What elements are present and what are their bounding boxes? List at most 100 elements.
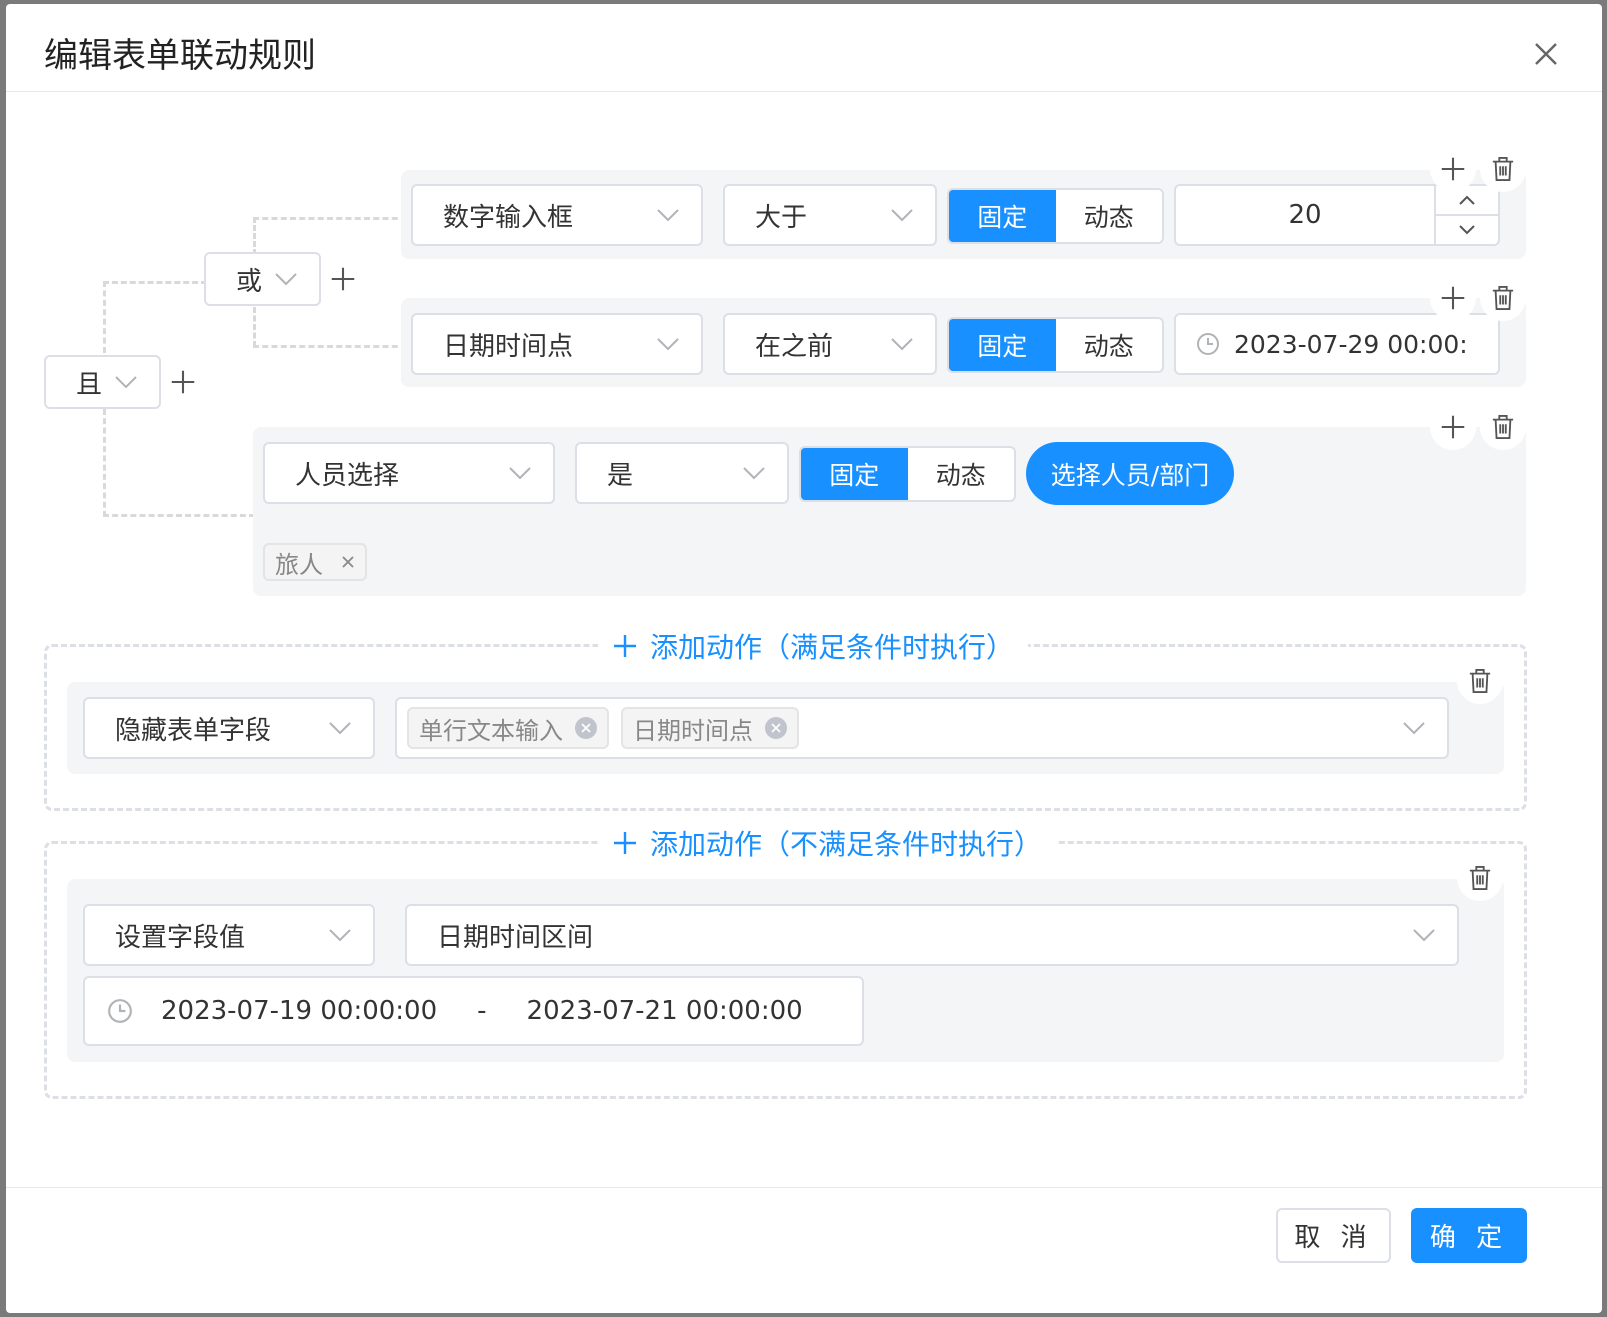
chevron-down-icon <box>275 272 297 286</box>
chevron-down-icon <box>743 466 765 480</box>
trash-icon <box>1468 865 1492 891</box>
rule-dialog: 编辑表单联动规则 且 或 数字输入框 大于 固定 动态 20 日期时间点 在之前… <box>6 4 1602 1313</box>
connector-line <box>103 409 106 517</box>
target-field-select[interactable]: 日期时间区间 <box>405 904 1459 966</box>
add-action-match-label: 添加动作（满足条件时执行） <box>650 631 1015 664</box>
condition-3-add-button[interactable] <box>1430 404 1476 450</box>
plus-icon <box>1440 156 1466 182</box>
condition-2-operator: 在之前 <box>755 331 834 362</box>
chevron-up-icon <box>1459 195 1475 205</box>
select-person-button[interactable]: 选择人员/部门 <box>1026 442 1234 505</box>
condition-2-delete-button[interactable] <box>1480 275 1526 321</box>
dialog-title: 编辑表单联动规则 <box>44 36 316 76</box>
person-tag: 旅人 <box>263 543 367 581</box>
action-type-value: 设置字段值 <box>115 922 246 953</box>
range-start: 2023-07-19 00:00:00 <box>161 996 438 1026</box>
trash-icon <box>1491 285 1515 311</box>
confirm-button[interactable]: 确 定 <box>1411 1208 1527 1263</box>
cancel-button[interactable]: 取 消 <box>1276 1208 1391 1263</box>
number-input-value[interactable]: 20 <box>1176 186 1436 244</box>
condition-2-operator-select[interactable]: 在之前 <box>723 313 937 375</box>
close-icon[interactable] <box>575 717 597 739</box>
trash-icon <box>1491 156 1515 182</box>
clock-icon <box>107 998 133 1024</box>
connector-line <box>253 345 407 348</box>
condition-1-add-button[interactable] <box>1430 146 1476 192</box>
mode-fixed-option[interactable]: 固定 <box>801 448 908 500</box>
trash-icon <box>1468 668 1492 694</box>
action-match-delete-button[interactable] <box>1457 658 1503 704</box>
add-group-condition-button[interactable] <box>328 264 358 294</box>
condition-3-field: 人员选择 <box>295 460 400 491</box>
condition-3-delete-button[interactable] <box>1480 404 1526 450</box>
chevron-down-icon <box>509 466 531 480</box>
condition-1-field-select[interactable]: 数字输入框 <box>411 184 703 246</box>
action-type-select[interactable]: 设置字段值 <box>83 904 375 966</box>
action-type-select[interactable]: 隐藏表单字段 <box>83 697 375 759</box>
mode-fixed-option[interactable]: 固定 <box>949 190 1056 242</box>
close-icon[interactable] <box>341 555 355 569</box>
add-action-match-button[interactable]: 添加动作（满足条件时执行） <box>598 624 1029 668</box>
decrement-button[interactable] <box>1436 216 1498 244</box>
chevron-down-icon <box>1413 928 1435 942</box>
tag-label: 日期时间点 <box>633 716 753 745</box>
chevron-down-icon <box>657 208 679 222</box>
root-operator-value: 且 <box>76 369 103 400</box>
condition-3-operator-select[interactable]: 是 <box>575 442 789 504</box>
close-icon[interactable] <box>765 717 787 739</box>
mode-dynamic-option[interactable]: 动态 <box>1056 319 1163 371</box>
root-operator-select[interactable]: 且 <box>44 355 161 409</box>
chevron-down-icon <box>891 337 913 351</box>
group-operator-value: 或 <box>236 266 263 297</box>
condition-1-operator: 大于 <box>755 202 808 233</box>
connector-line <box>103 281 106 353</box>
plus-icon <box>614 832 636 854</box>
condition-2-field-select[interactable]: 日期时间点 <box>411 313 703 375</box>
clock-icon <box>1196 332 1220 356</box>
condition-3-field-select[interactable]: 人员选择 <box>263 442 555 504</box>
condition-3-mode-toggle: 固定 动态 <box>799 446 1016 502</box>
close-icon[interactable] <box>1530 38 1562 70</box>
chevron-down-icon <box>329 721 351 735</box>
condition-2-mode-toggle: 固定 动态 <box>947 317 1164 373</box>
field-tag: 单行文本输入 <box>407 707 609 749</box>
footer-divider <box>6 1187 1602 1188</box>
header-divider <box>6 91 1602 92</box>
mode-fixed-option[interactable]: 固定 <box>949 319 1056 371</box>
condition-1-operator-select[interactable]: 大于 <box>723 184 937 246</box>
trash-icon <box>1491 414 1515 440</box>
connector-line <box>253 217 407 220</box>
group-operator-select[interactable]: 或 <box>204 252 321 306</box>
target-fields-multiselect[interactable]: 单行文本输入 日期时间点 <box>395 697 1449 759</box>
tag-label: 单行文本输入 <box>419 716 563 745</box>
range-separator: - <box>477 996 487 1026</box>
chevron-down-icon <box>115 375 137 389</box>
mode-dynamic-option[interactable]: 动态 <box>1056 190 1163 242</box>
datetime-value: 2023-07-29 00:00: <box>1234 329 1468 359</box>
tag-label: 旅人 <box>275 550 323 579</box>
condition-2-datetime-picker[interactable]: 2023-07-29 00:00: <box>1174 313 1500 375</box>
condition-2-add-button[interactable] <box>1430 275 1476 321</box>
connector-line <box>253 217 256 255</box>
condition-1-delete-button[interactable] <box>1480 146 1526 192</box>
field-tag: 日期时间点 <box>621 707 799 749</box>
mode-dynamic-option[interactable]: 动态 <box>908 448 1015 500</box>
datetime-range-picker[interactable]: 2023-07-19 00:00:00 - 2023-07-21 00:00:0… <box>83 976 864 1046</box>
plus-icon <box>1440 285 1466 311</box>
action-nomatch-delete-button[interactable] <box>1457 855 1503 901</box>
condition-1-field: 数字输入框 <box>443 202 574 233</box>
condition-1-mode-toggle: 固定 动态 <box>947 188 1164 244</box>
chevron-down-icon <box>1459 225 1475 235</box>
add-root-condition-button[interactable] <box>168 367 198 397</box>
add-action-nomatch-button[interactable]: 添加动作（不满足条件时执行） <box>598 821 1057 865</box>
condition-3-operator: 是 <box>607 460 634 491</box>
plus-icon <box>1440 414 1466 440</box>
chevron-down-icon <box>1403 721 1425 735</box>
connector-line <box>253 307 256 347</box>
range-end: 2023-07-21 00:00:00 <box>526 996 803 1026</box>
chevron-down-icon <box>657 337 679 351</box>
action-type-value: 隐藏表单字段 <box>115 715 272 746</box>
chevron-down-icon <box>329 928 351 942</box>
add-action-nomatch-label: 添加动作（不满足条件时执行） <box>650 828 1043 861</box>
plus-icon <box>614 635 636 657</box>
